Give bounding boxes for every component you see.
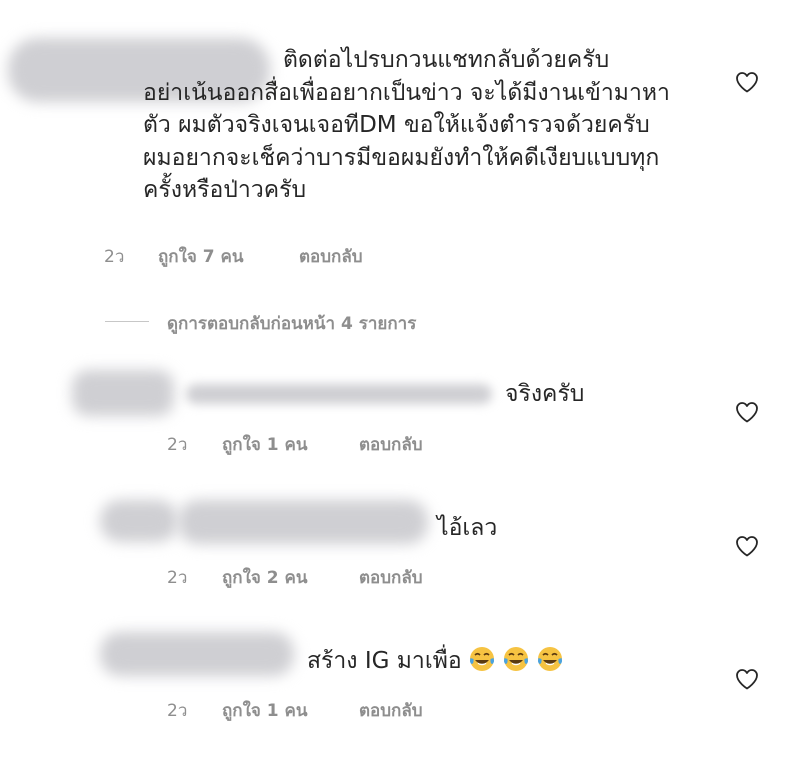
comment-line: ติดต่อไปรบกวนแชทกลับด้วยครับ	[283, 47, 610, 73]
face-with-tears-of-joy-icon	[469, 647, 494, 671]
reply-button[interactable]: ตอบกลับ	[359, 431, 423, 458]
comment-text: อย่าเน้นออกสื่อเพื่ออยากเป็นข่าว จะได้มี…	[143, 77, 670, 207]
redacted-username	[186, 384, 492, 404]
comment-line: ผมอยากจะเช็คว่าบารมีขอผมยังทำให้คดีเงียบ…	[143, 144, 660, 171]
likes-count[interactable]: ถูกใจ 7 คน	[158, 243, 244, 270]
likes-count[interactable]: ถูกใจ 2 คน	[222, 564, 308, 591]
comment-line: สร้าง IG มาเพื่อ	[307, 648, 462, 674]
face-with-tears-of-joy-icon	[503, 647, 528, 671]
comment-text: สร้าง IG มาเพื่อ	[307, 645, 564, 678]
view-replies-label: ดูการตอบกลับก่อนหน้า 4 รายการ	[167, 314, 417, 334]
comment-line: ครั้งหรือป่าวครับ	[143, 177, 307, 204]
comment-text: ติดต่อไปรบกวนแชทกลับด้วยครับ	[283, 44, 609, 77]
likes-count[interactable]: ถูกใจ 1 คน	[222, 697, 308, 724]
heart-icon[interactable]	[735, 668, 759, 690]
comment-line: ไอ้เลว	[437, 515, 498, 541]
redacted-avatar	[72, 370, 174, 416]
likes-count[interactable]: ถูกใจ 1 คน	[222, 431, 308, 458]
reply-button[interactable]: ตอบกลับ	[359, 697, 423, 724]
redacted-username	[100, 632, 294, 676]
heart-icon[interactable]	[735, 401, 759, 423]
comment-line: อย่าเน้นออกสื่อเพื่ออยากเป็นข่าว จะได้มี…	[143, 79, 670, 106]
reply-button[interactable]: ตอบกลับ	[299, 243, 363, 270]
comment-line: ตัว ผมตัวจริงเจนเจอทีDM ขอให้แจ้งตำรวจด้…	[143, 112, 650, 139]
reply-button[interactable]: ตอบกลับ	[359, 564, 423, 591]
redacted-username	[178, 500, 428, 544]
timestamp: 2ว	[167, 435, 188, 455]
face-with-tears-of-joy-icon	[537, 647, 562, 671]
heart-icon[interactable]	[735, 71, 759, 93]
timestamp: 2ว	[167, 568, 188, 588]
heart-icon[interactable]	[735, 535, 759, 557]
comment-line: จริงครับ	[505, 381, 585, 407]
divider-line	[105, 321, 149, 322]
timestamp: 2ว	[104, 247, 125, 267]
redacted-avatar	[100, 500, 178, 542]
comment-text: ไอ้เลว	[437, 512, 497, 545]
timestamp: 2ว	[167, 701, 188, 721]
comment-text: จริงครับ	[505, 378, 584, 411]
